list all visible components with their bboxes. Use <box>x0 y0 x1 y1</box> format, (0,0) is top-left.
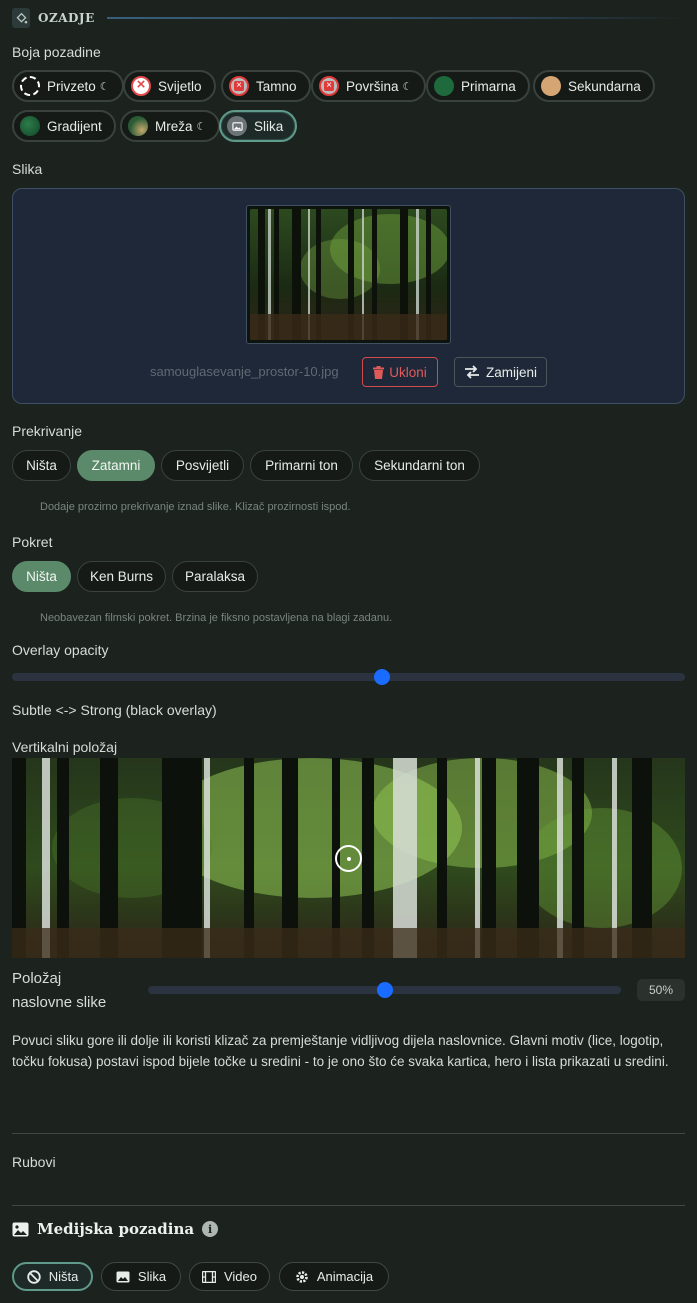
secondary-swatch-icon <box>541 76 561 96</box>
image-filename: samouglasevanje_prostor-10.jpg <box>150 364 339 379</box>
media-option-video[interactable]: Video <box>189 1262 270 1291</box>
divider <box>12 1133 685 1134</box>
film-icon <box>201 1270 216 1283</box>
media-option-label: Video <box>223 1269 257 1284</box>
media-option-nista[interactable]: Ništa <box>12 1262 93 1291</box>
dark-swatch-icon <box>229 76 249 96</box>
edges-label: Rubovi <box>12 1154 56 1170</box>
info-icon[interactable]: i <box>202 1221 219 1237</box>
dashed-circle-icon <box>20 76 40 96</box>
overlay-opacity-thumb[interactable] <box>374 669 391 685</box>
moon-icon: ☾ <box>196 120 207 133</box>
bg-option-label: Primarna <box>461 78 516 94</box>
remove-image-label: Ukloni <box>389 364 427 380</box>
overlay-option-primarni-ton[interactable]: Primarni ton <box>250 450 353 481</box>
overlay-option-nista[interactable]: Ništa <box>12 450 71 481</box>
section-header: OZADJE <box>12 8 684 28</box>
image-thumbnail <box>246 205 451 344</box>
vertical-position-label: Vertikalni položaj <box>12 739 118 755</box>
overlay-hint: Dodaje prozirno prekrivanje iznad slike.… <box>40 501 351 513</box>
hero-position-value: 50% <box>637 979 685 1001</box>
bg-option-sekundarna[interactable]: Sekundarna <box>533 70 655 102</box>
bg-option-label: Površina <box>346 78 399 94</box>
remove-image-button[interactable]: Ukloni <box>362 357 438 387</box>
motion-label: Pokret <box>12 534 53 550</box>
focus-point-marker[interactable] <box>335 845 362 872</box>
bg-option-label: Svijetlo <box>158 78 202 94</box>
overlay-option-sekundarni-ton[interactable]: Sekundarni ton <box>359 450 480 481</box>
bg-option-mreza[interactable]: Mreža ☾ <box>120 110 221 142</box>
motion-option-paralaksa[interactable]: Paralaksa <box>172 561 258 592</box>
bg-option-label: Privzeto <box>47 78 96 94</box>
bg-option-label: Gradijent <box>47 118 102 134</box>
trash-icon <box>373 365 385 379</box>
bg-option-svijetlo[interactable]: Svijetlo <box>123 70 216 102</box>
replace-image-label: Zamijeni <box>485 364 537 380</box>
bg-option-label: Sekundarna <box>568 78 641 94</box>
media-option-animacija[interactable]: Animacija <box>279 1262 389 1291</box>
overlay-label: Prekrivanje <box>12 423 83 439</box>
overlay-option-zatamni[interactable]: Zatamni <box>77 450 155 481</box>
replace-image-button[interactable]: Zamijeni <box>454 357 547 387</box>
image-icon <box>12 1222 29 1236</box>
primary-swatch-icon <box>434 76 454 96</box>
media-option-label: Animacija <box>316 1269 374 1284</box>
divider <box>12 1205 685 1206</box>
overlay-opacity-slider[interactable] <box>12 673 685 681</box>
gradient-swatch-icon <box>20 116 40 136</box>
hero-position-label: Položaj naslovne slike <box>12 967 106 1015</box>
motion-option-ken-burns[interactable]: Ken Burns <box>77 561 166 592</box>
hero-position-thumb[interactable] <box>376 982 393 998</box>
image-icon <box>116 1271 130 1282</box>
mesh-swatch-icon <box>128 116 148 136</box>
light-swatch-icon <box>131 76 151 96</box>
background-color-label: Boja pozadine <box>12 44 101 60</box>
forest-thumbnail-image <box>250 209 447 340</box>
paint-bucket-icon <box>12 8 30 28</box>
hero-image-preview[interactable] <box>12 758 685 958</box>
media-option-label: Ništa <box>48 1269 79 1284</box>
media-option-slika[interactable]: Slika <box>101 1262 181 1291</box>
section-divider-line <box>106 17 684 19</box>
bg-option-slika[interactable]: Slika <box>219 110 298 142</box>
bg-option-primarna[interactable]: Primarna <box>426 70 530 102</box>
bg-option-label: Slika <box>254 118 284 134</box>
bg-option-label: Mreža <box>155 118 193 134</box>
media-background-header: Medijska pozadina i <box>12 1220 219 1238</box>
hero-position-label-line1: Položaj <box>12 970 62 987</box>
surface-swatch-icon <box>319 76 339 96</box>
section-title: OZADJE <box>38 11 95 25</box>
moon-icon: ☾ <box>402 80 413 93</box>
overlay-opacity-caption: Subtle <-> Strong (black overlay) <box>12 702 217 718</box>
motion-hint: Neobavezan filmski pokret. Brzina je fik… <box>40 612 393 624</box>
swap-arrows-icon <box>464 365 479 379</box>
overlay-option-posvijetli[interactable]: Posvijetli <box>161 450 244 481</box>
hero-position-description: Povuci sliku gore ili dolje ili koristi … <box>12 1033 669 1069</box>
overlay-opacity-label: Overlay opacity <box>12 642 109 658</box>
image-label: Slika <box>12 161 43 177</box>
hero-position-label-line2: naslovne slike <box>12 994 107 1011</box>
moon-icon: ☾ <box>99 80 110 93</box>
ban-icon <box>26 1269 41 1284</box>
media-background-title: Medijska pozadina <box>37 1220 195 1238</box>
bg-option-gradijent[interactable]: Gradijent <box>12 110 116 142</box>
image-swatch-icon <box>227 116 247 136</box>
bg-option-povrsina[interactable]: Površina ☾ <box>311 70 427 102</box>
bg-option-label: Tamno <box>256 78 297 94</box>
bg-option-privzeto[interactable]: Privzeto ☾ <box>12 70 124 102</box>
motion-option-nista[interactable]: Ništa <box>12 561 71 592</box>
gear-icon <box>296 1270 308 1283</box>
bg-option-tamno[interactable]: Tamno <box>221 70 311 102</box>
media-option-label: Slika <box>137 1269 167 1284</box>
